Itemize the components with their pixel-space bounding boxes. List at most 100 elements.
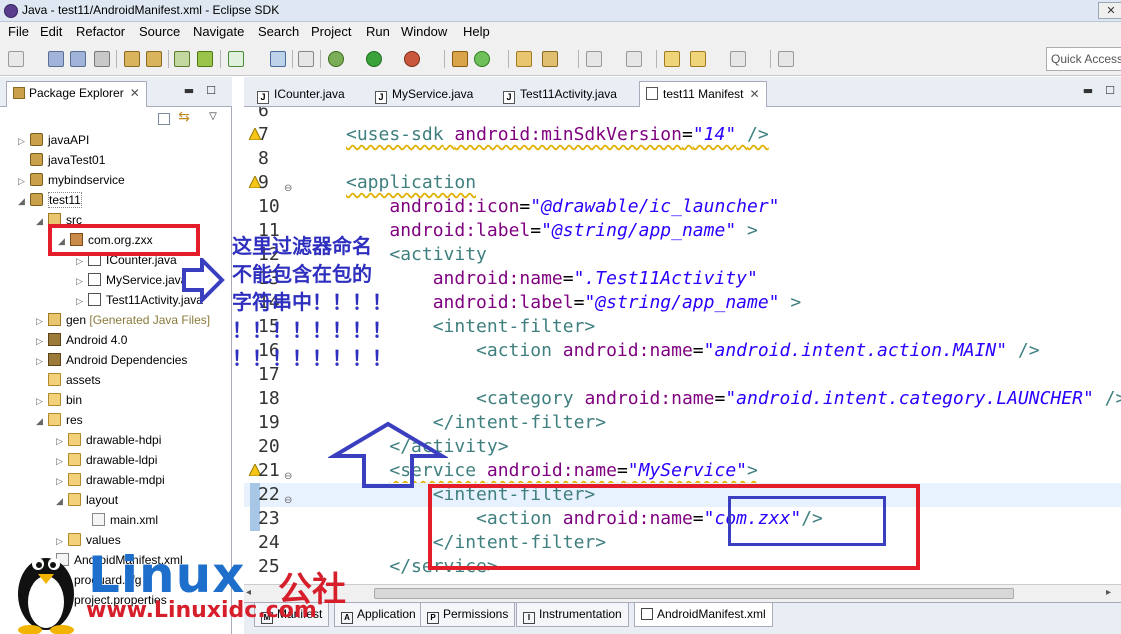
project-icon [30,193,43,206]
previous-annotation-icon[interactable] [626,51,642,67]
maximize-icon[interactable]: ☐ [205,85,217,97]
expand-arrow-icon[interactable]: ▷ [18,172,30,190]
tab-label: Application [357,607,416,621]
folder-icon [68,493,81,506]
tree-item[interactable]: assets [48,371,101,391]
expand-arrow-icon[interactable]: ▷ [36,312,48,330]
xml-file-icon [641,608,653,620]
tree-item[interactable]: ◢ res [36,411,83,431]
tree-item[interactable]: ▷ gen [Generated Java Files] [36,311,210,331]
menu-edit[interactable]: Edit [40,24,62,39]
menu-refactor[interactable]: Refactor [76,24,125,39]
close-icon[interactable]: ✕ [749,87,759,101]
expand-arrow-icon[interactable]: ▷ [36,352,48,370]
link-with-editor-icon[interactable]: ⇆ [178,110,190,124]
external-tools-icon[interactable] [404,51,420,67]
expand-arrow-icon[interactable]: ▷ [76,272,88,290]
android-sdk-icon[interactable] [124,51,140,67]
tab-test11activity[interactable]: J Test11Activity.java [496,81,624,107]
expand-arrow-icon[interactable]: ▷ [56,472,68,490]
tree-item[interactable]: ▷ Android 4.0 [36,331,127,351]
new-java-package-icon[interactable] [452,51,468,67]
horizontal-scrollbar[interactable]: ◂ ▸ [244,584,1121,602]
new-java-class-icon[interactable] [474,51,490,67]
tree-item[interactable]: javaTest01 [30,151,105,171]
collapse-arrow-icon[interactable]: ◢ [18,192,30,210]
menu-search[interactable]: Search [258,24,299,39]
library-icon [48,333,61,346]
annotation-action-name-box [728,496,886,546]
forward-icon[interactable] [730,51,746,67]
format-icon[interactable] [270,51,286,67]
scroll-right-icon[interactable]: ▸ [1106,587,1111,598]
tab-androidmanifest-xml[interactable]: AndroidManifest.xml [634,603,773,627]
java-file-icon [88,293,101,306]
tree-item[interactable]: ▷ drawable-hdpi [56,431,161,451]
collapse-arrow-icon[interactable]: ◢ [56,492,68,510]
expand-arrow-icon[interactable]: ▷ [36,332,48,350]
menu-navigate[interactable]: Navigate [193,24,244,39]
maximize-icon[interactable]: ☐ [1104,85,1116,97]
tab-package-explorer[interactable]: Package Explorer ✕ [6,81,147,107]
tree-item[interactable]: ▷ javaAPI [18,131,89,151]
tree-item[interactable]: ▷ Android Dependencies [36,351,187,371]
menu-run[interactable]: Run [366,24,390,39]
quick-access-input[interactable]: Quick Access [1046,47,1121,71]
tree-item[interactable]: ◢ layout [56,491,118,511]
minimize-icon[interactable]: ▬ [183,85,195,97]
save-all-icon[interactable] [70,51,86,67]
check-icon[interactable] [228,51,244,67]
menu-source[interactable]: Source [139,24,180,39]
open-type-icon[interactable] [516,51,532,67]
save-icon[interactable] [48,51,64,67]
tree-item[interactable]: ◢ test11 [18,191,82,211]
window-buttons[interactable]: ✕ [1098,2,1121,19]
close-icon[interactable]: ✕ [130,86,140,100]
collapse-all-icon[interactable] [158,113,170,125]
search-icon[interactable] [542,51,558,67]
tree-item[interactable]: main.xml [92,511,158,531]
pin-editor-icon[interactable] [778,51,794,67]
run-icon[interactable] [366,51,382,67]
expand-arrow-icon[interactable]: ▷ [18,132,30,150]
menu-window[interactable]: Window [401,24,447,39]
expand-arrow-icon[interactable]: ▷ [36,392,48,410]
close-icon[interactable]: ✕ [1106,4,1115,17]
scrollbar-thumb[interactable] [374,588,1014,599]
tab-instrumentation[interactable]: I Instrumentation [516,603,629,627]
menu-file[interactable]: File [8,24,29,39]
tab-permissions[interactable]: P Permissions [420,603,516,627]
tree-item[interactable]: ▷ drawable-ldpi [56,451,157,471]
debug-icon[interactable] [328,51,344,67]
next-annotation-icon[interactable] [586,51,602,67]
back-icon[interactable] [690,51,706,67]
annotation-note: 这里过滤器命名 不能包含在包的 字符串中！！！！ ！！！！！！！！ ！！！！！！… [232,234,392,370]
menu-help[interactable]: Help [463,24,490,39]
avd-manager-icon[interactable] [146,51,162,67]
scroll-left-icon[interactable]: ◂ [246,587,251,598]
tree-item[interactable]: ▷ MyService.java [76,271,187,291]
collapse-arrow-icon[interactable]: ◢ [36,412,48,430]
view-menu-icon[interactable]: ▽ [207,111,219,123]
import-icon[interactable] [174,51,190,67]
minimize-icon[interactable]: ▬ [1082,85,1094,97]
last-edit-location-icon[interactable] [664,51,680,67]
new-icon[interactable] [8,51,24,67]
tab-label: test11 Manifest [663,87,744,101]
android-device-icon[interactable] [197,51,213,67]
expand-arrow-icon[interactable]: ▷ [56,432,68,450]
expand-arrow-icon[interactable]: ▷ [76,292,88,310]
tab-icounter[interactable]: J ICounter.java [250,81,352,107]
menu-project[interactable]: Project [311,24,351,39]
tab-myservice[interactable]: J MyService.java [368,81,480,107]
tab-test11-manifest[interactable]: test11 Manifest ✕ [639,81,767,107]
tab-application[interactable]: A Application [334,603,423,627]
print-icon[interactable] [94,51,110,67]
skip-breakpoints-icon[interactable] [298,51,314,67]
tree-item[interactable]: ▷ drawable-mdpi [56,471,165,491]
library-icon [48,353,61,366]
tree-item[interactable]: ▷ bin [36,391,82,411]
tree-item[interactable]: ▷ mybindservice [18,171,125,191]
collapse-arrow-icon[interactable]: ◢ [36,212,48,230]
expand-arrow-icon[interactable]: ▷ [56,452,68,470]
